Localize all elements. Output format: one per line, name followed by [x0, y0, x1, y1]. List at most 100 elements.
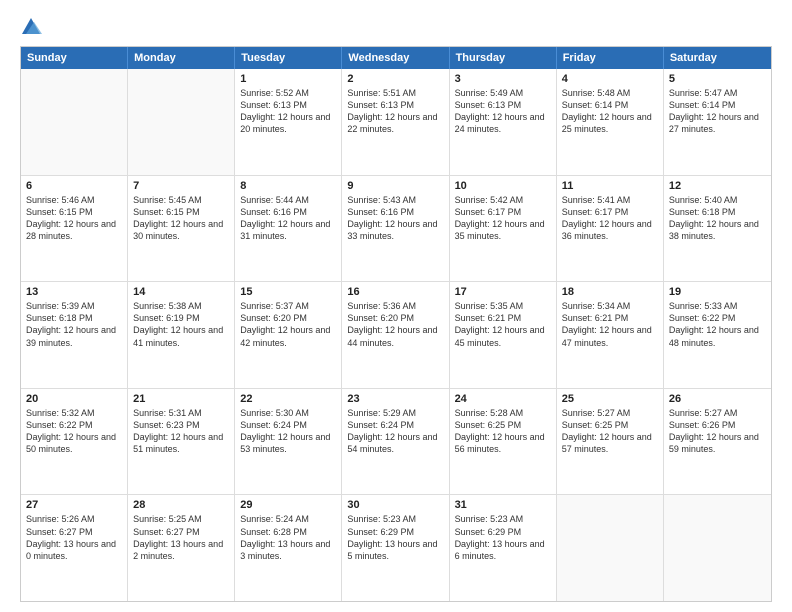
- day-info: Sunrise: 5:25 AM Sunset: 6:27 PM Dayligh…: [133, 513, 229, 562]
- day-number: 3: [455, 73, 551, 85]
- header-day-friday: Friday: [557, 47, 664, 69]
- day-info: Sunrise: 5:38 AM Sunset: 6:19 PM Dayligh…: [133, 300, 229, 349]
- calendar-cell: 27 Sunrise: 5:26 AM Sunset: 6:27 PM Dayli…: [21, 495, 128, 601]
- day-info: Sunrise: 5:41 AM Sunset: 6:17 PM Dayligh…: [562, 194, 658, 243]
- day-info: Sunrise: 5:27 AM Sunset: 6:26 PM Dayligh…: [669, 407, 766, 456]
- calendar-cell: 14 Sunrise: 5:38 AM Sunset: 6:19 PM Dayli…: [128, 282, 235, 388]
- calendar-cell: 16 Sunrise: 5:36 AM Sunset: 6:20 PM Dayli…: [342, 282, 449, 388]
- day-number: 7: [133, 180, 229, 192]
- day-info: Sunrise: 5:33 AM Sunset: 6:22 PM Dayligh…: [669, 300, 766, 349]
- calendar-cell: 5 Sunrise: 5:47 AM Sunset: 6:14 PM Daylig…: [664, 69, 771, 175]
- calendar-row-0: 1 Sunrise: 5:52 AM Sunset: 6:13 PM Daylig…: [21, 69, 771, 176]
- day-info: Sunrise: 5:28 AM Sunset: 6:25 PM Dayligh…: [455, 407, 551, 456]
- day-info: Sunrise: 5:44 AM Sunset: 6:16 PM Dayligh…: [240, 194, 336, 243]
- day-info: Sunrise: 5:45 AM Sunset: 6:15 PM Dayligh…: [133, 194, 229, 243]
- calendar-row-2: 13 Sunrise: 5:39 AM Sunset: 6:18 PM Dayli…: [21, 282, 771, 389]
- day-info: Sunrise: 5:42 AM Sunset: 6:17 PM Dayligh…: [455, 194, 551, 243]
- day-info: Sunrise: 5:26 AM Sunset: 6:27 PM Dayligh…: [26, 513, 122, 562]
- calendar-cell: 23Sunrise: 5:29 AM Sunset: 6:24 PM Dayli…: [342, 389, 449, 495]
- day-number: 8: [240, 180, 336, 192]
- day-info: Sunrise: 5:30 AM Sunset: 6:24 PM Dayligh…: [240, 407, 336, 456]
- day-info: Sunrise: 5:34 AM Sunset: 6:21 PM Dayligh…: [562, 300, 658, 349]
- header-day-tuesday: Tuesday: [235, 47, 342, 69]
- day-number: 5: [669, 73, 766, 85]
- day-number: 16: [347, 286, 443, 298]
- calendar-cell: 22 Sunrise: 5:30 AM Sunset: 6:24 PM Dayli…: [235, 389, 342, 495]
- calendar-cell: 20 Sunrise: 5:32 AM Sunset: 6:22 PM Dayli…: [21, 389, 128, 495]
- day-number: 20: [26, 393, 122, 405]
- day-number: 14: [133, 286, 229, 298]
- calendar-cell: 26 Sunrise: 5:27 AM Sunset: 6:26 PM Dayli…: [664, 389, 771, 495]
- day-number: 9: [347, 180, 443, 192]
- day-number: 18: [562, 286, 658, 298]
- calendar-cell: 11Sunrise: 5:41 AM Sunset: 6:17 PM Dayli…: [557, 176, 664, 282]
- day-number: 23: [347, 393, 443, 405]
- calendar-cell: 12Sunrise: 5:40 AM Sunset: 6:18 PM Dayli…: [664, 176, 771, 282]
- page-header: [20, 16, 772, 38]
- calendar-cell: 9 Sunrise: 5:43 AM Sunset: 6:16 PM Daylig…: [342, 176, 449, 282]
- calendar-cell: 17 Sunrise: 5:35 AM Sunset: 6:21 PM Dayli…: [450, 282, 557, 388]
- header-day-saturday: Saturday: [664, 47, 771, 69]
- day-number: 30: [347, 499, 443, 511]
- calendar: SundayMondayTuesdayWednesdayThursdayFrid…: [20, 46, 772, 602]
- day-number: 26: [669, 393, 766, 405]
- day-number: 4: [562, 73, 658, 85]
- calendar-cell: 25Sunrise: 5:27 AM Sunset: 6:25 PM Dayli…: [557, 389, 664, 495]
- calendar-cell: 19Sunrise: 5:33 AM Sunset: 6:22 PM Dayli…: [664, 282, 771, 388]
- day-info: Sunrise: 5:47 AM Sunset: 6:14 PM Dayligh…: [669, 87, 766, 136]
- calendar-cell: 1 Sunrise: 5:52 AM Sunset: 6:13 PM Daylig…: [235, 69, 342, 175]
- calendar-cell: 4 Sunrise: 5:48 AM Sunset: 6:14 PM Daylig…: [557, 69, 664, 175]
- day-number: 21: [133, 393, 229, 405]
- day-info: Sunrise: 5:48 AM Sunset: 6:14 PM Dayligh…: [562, 87, 658, 136]
- calendar-row-4: 27 Sunrise: 5:26 AM Sunset: 6:27 PM Dayli…: [21, 495, 771, 601]
- day-info: Sunrise: 5:32 AM Sunset: 6:22 PM Dayligh…: [26, 407, 122, 456]
- calendar-cell: 29Sunrise: 5:24 AM Sunset: 6:28 PM Dayli…: [235, 495, 342, 601]
- day-number: 22: [240, 393, 336, 405]
- calendar-cell: 3Sunrise: 5:49 AM Sunset: 6:13 PM Daylig…: [450, 69, 557, 175]
- calendar-cell: 6Sunrise: 5:46 AM Sunset: 6:15 PM Daylig…: [21, 176, 128, 282]
- day-number: 31: [455, 499, 551, 511]
- day-number: 25: [562, 393, 658, 405]
- day-number: 2: [347, 73, 443, 85]
- day-info: Sunrise: 5:36 AM Sunset: 6:20 PM Dayligh…: [347, 300, 443, 349]
- day-info: Sunrise: 5:37 AM Sunset: 6:20 PM Dayligh…: [240, 300, 336, 349]
- day-info: Sunrise: 5:52 AM Sunset: 6:13 PM Dayligh…: [240, 87, 336, 136]
- calendar-cell: 10Sunrise: 5:42 AM Sunset: 6:17 PM Dayli…: [450, 176, 557, 282]
- day-info: Sunrise: 5:51 AM Sunset: 6:13 PM Dayligh…: [347, 87, 443, 136]
- calendar-cell: 31 Sunrise: 5:23 AM Sunset: 6:29 PM Dayli…: [450, 495, 557, 601]
- calendar-header: SundayMondayTuesdayWednesdayThursdayFrid…: [21, 47, 771, 69]
- calendar-cell: 18 Sunrise: 5:34 AM Sunset: 6:21 PM Dayli…: [557, 282, 664, 388]
- day-number: 28: [133, 499, 229, 511]
- header-day-wednesday: Wednesday: [342, 47, 449, 69]
- calendar-cell: 24 Sunrise: 5:28 AM Sunset: 6:25 PM Dayli…: [450, 389, 557, 495]
- calendar-cell: 2 Sunrise: 5:51 AM Sunset: 6:13 PM Daylig…: [342, 69, 449, 175]
- day-number: 17: [455, 286, 551, 298]
- day-info: Sunrise: 5:24 AM Sunset: 6:28 PM Dayligh…: [240, 513, 336, 562]
- logo-icon: [20, 16, 42, 38]
- calendar-cell: [128, 69, 235, 175]
- calendar-cell: 7 Sunrise: 5:45 AM Sunset: 6:15 PM Daylig…: [128, 176, 235, 282]
- calendar-cell: 30Sunrise: 5:23 AM Sunset: 6:29 PM Dayli…: [342, 495, 449, 601]
- day-info: Sunrise: 5:35 AM Sunset: 6:21 PM Dayligh…: [455, 300, 551, 349]
- calendar-row-1: 6Sunrise: 5:46 AM Sunset: 6:15 PM Daylig…: [21, 176, 771, 283]
- header-day-sunday: Sunday: [21, 47, 128, 69]
- calendar-cell: [557, 495, 664, 601]
- day-info: Sunrise: 5:23 AM Sunset: 6:29 PM Dayligh…: [455, 513, 551, 562]
- header-day-thursday: Thursday: [450, 47, 557, 69]
- calendar-row-3: 20 Sunrise: 5:32 AM Sunset: 6:22 PM Dayli…: [21, 389, 771, 496]
- calendar-cell: 8 Sunrise: 5:44 AM Sunset: 6:16 PM Daylig…: [235, 176, 342, 282]
- day-number: 24: [455, 393, 551, 405]
- calendar-cell: 28 Sunrise: 5:25 AM Sunset: 6:27 PM Dayli…: [128, 495, 235, 601]
- calendar-cell: [21, 69, 128, 175]
- day-number: 1: [240, 73, 336, 85]
- header-day-monday: Monday: [128, 47, 235, 69]
- day-info: Sunrise: 5:39 AM Sunset: 6:18 PM Dayligh…: [26, 300, 122, 349]
- day-number: 13: [26, 286, 122, 298]
- day-number: 27: [26, 499, 122, 511]
- day-info: Sunrise: 5:43 AM Sunset: 6:16 PM Dayligh…: [347, 194, 443, 243]
- calendar-cell: 15Sunrise: 5:37 AM Sunset: 6:20 PM Dayli…: [235, 282, 342, 388]
- logo: [20, 16, 46, 38]
- day-info: Sunrise: 5:31 AM Sunset: 6:23 PM Dayligh…: [133, 407, 229, 456]
- day-number: 6: [26, 180, 122, 192]
- calendar-cell: 13 Sunrise: 5:39 AM Sunset: 6:18 PM Dayli…: [21, 282, 128, 388]
